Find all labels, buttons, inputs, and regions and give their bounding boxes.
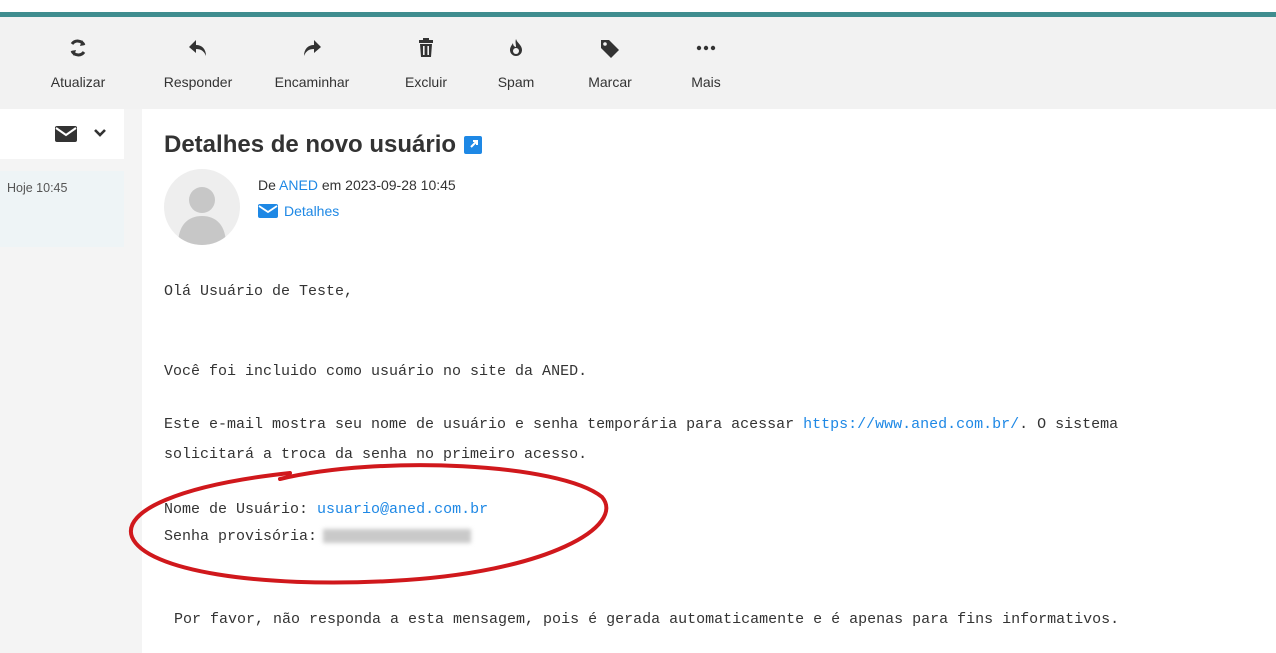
- avatar: [164, 169, 240, 245]
- message-from-line: De ANED em 2023-09-28 10:45: [258, 177, 456, 193]
- message-subject-row: Detalhes de novo usuário: [164, 131, 483, 159]
- body-paragraph-2-text: Este e-mail mostra seu nome de usuário e…: [164, 416, 795, 433]
- tag-button[interactable]: Marcar: [580, 17, 640, 109]
- details-label: Detalhes: [284, 203, 340, 219]
- reply-icon: [168, 37, 228, 59]
- fire-icon: [486, 37, 546, 59]
- open-external-icon[interactable]: [464, 136, 483, 154]
- message-date: 2023-09-28 10:45: [345, 177, 456, 193]
- envelope-icon: [258, 204, 278, 218]
- forward-button[interactable]: Encaminhar: [275, 17, 349, 109]
- more-dots-icon: [676, 37, 736, 59]
- body-paragraph-1: Você foi incluido como usuário no site d…: [164, 363, 588, 380]
- spam-button[interactable]: Spam: [486, 17, 546, 109]
- from-prefix: De: [258, 177, 276, 193]
- trash-icon: [396, 37, 456, 59]
- forward-label: Encaminhar: [274, 74, 350, 90]
- refresh-label: Atualizar: [50, 74, 106, 90]
- message-list-item-date: Hoje 10:45: [7, 181, 68, 195]
- refresh-icon: [48, 37, 108, 59]
- tag-icon: [580, 37, 640, 59]
- message-subject: Detalhes de novo usuário: [164, 131, 457, 158]
- forward-icon: [282, 37, 342, 59]
- delete-button[interactable]: Excluir: [396, 17, 456, 109]
- reply-label: Responder: [163, 74, 233, 90]
- date-prefix: em: [321, 177, 342, 193]
- site-link[interactable]: https://www.aned.com.br/: [803, 416, 1019, 433]
- top-bar: [0, 0, 1276, 18]
- spam-label: Spam: [497, 74, 535, 90]
- annotation-ellipse: [128, 463, 609, 585]
- more-label: Mais: [691, 74, 721, 90]
- mail-toolbar: Atualizar Responder Encaminhar Excluir S…: [0, 17, 1276, 109]
- details-toggle[interactable]: Detalhes: [258, 203, 339, 219]
- body-greeting: Olá Usuário de Teste,: [164, 283, 354, 300]
- more-button[interactable]: Mais: [676, 17, 736, 109]
- message-list-header: [0, 109, 124, 159]
- refresh-button[interactable]: Atualizar: [48, 17, 108, 109]
- chevron-down-icon[interactable]: [93, 126, 107, 145]
- tag-label: Marcar: [588, 74, 632, 90]
- body-paragraph-2: Este e-mail mostra seu nome de usuário e…: [164, 416, 1118, 433]
- body-paragraph-2-tail: . O sistema: [1019, 416, 1119, 433]
- sender-link[interactable]: ANED: [279, 177, 318, 193]
- envelope-icon[interactable]: [55, 126, 77, 147]
- reply-button[interactable]: Responder: [164, 17, 232, 109]
- delete-label: Excluir: [404, 74, 447, 90]
- body-footer: Por favor, não responda a esta mensagem,…: [174, 611, 1120, 628]
